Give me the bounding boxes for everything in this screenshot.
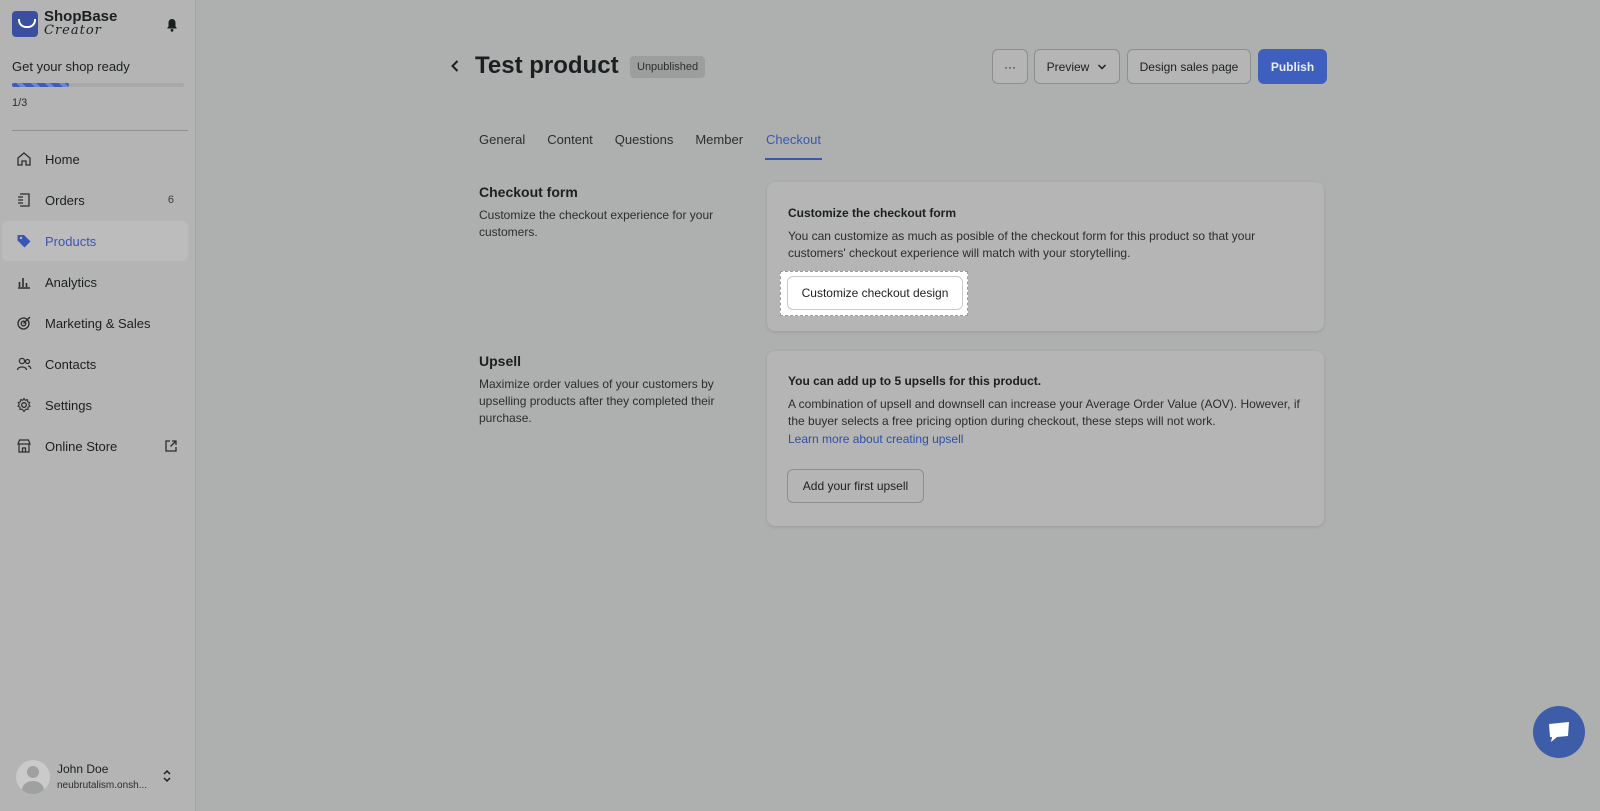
learn-more-upsell-link[interactable]: Learn more about creating upsell [788, 432, 963, 446]
sidebar-item-label: Settings [45, 397, 92, 413]
sidebar-nav: Home Orders 6 Products Analytics Marketi… [0, 138, 196, 467]
checkout-card-title: Customize the checkout form [788, 206, 957, 220]
sidebar-item-online-store[interactable]: Online Store [2, 426, 188, 466]
status-badge: Unpublished [630, 56, 706, 78]
chat-icon [1549, 722, 1569, 742]
avatar [16, 760, 50, 794]
user-store: neubrutalism.onsh... [57, 780, 148, 791]
more-actions-button[interactable]: ··· [992, 49, 1028, 84]
contacts-icon [16, 357, 32, 371]
product-tabs: General Content Questions Member Checkou… [479, 130, 844, 160]
external-link-icon[interactable] [164, 439, 178, 453]
tab-general[interactable]: General [479, 130, 525, 160]
tab-member[interactable]: Member [695, 130, 743, 160]
chevron-up-down-icon[interactable] [162, 768, 172, 784]
tab-content[interactable]: Content [547, 130, 593, 160]
upsell-card: You can add up to 5 upsells for this pro… [767, 351, 1324, 526]
preview-button[interactable]: Preview [1034, 49, 1120, 84]
bar-chart-icon [18, 278, 30, 289]
publish-button[interactable]: Publish [1258, 49, 1327, 84]
upsell-section-desc: Maximize order values of your customers … [479, 377, 715, 425]
chevron-down-icon [1098, 63, 1107, 70]
tab-checkout[interactable]: Checkout [765, 130, 822, 160]
checkout-section-title: Checkout form [479, 184, 578, 200]
upsell-card-title: You can add up to 5 upsells for this pro… [788, 374, 1042, 388]
user-menu[interactable]: John Doe neubrutalism.onsh... [14, 760, 190, 796]
sidebar-item-label: Marketing & Sales [45, 315, 151, 331]
logo[interactable]: ShopBase Creator [12, 8, 118, 38]
store-icon [17, 439, 31, 453]
setup-progress-bar [12, 83, 184, 87]
tab-questions[interactable]: Questions [615, 130, 674, 160]
upsell-card-text: A combination of upsell and downsell can… [788, 397, 1300, 428]
upsell-button-label: Add your first upsell [802, 479, 909, 493]
setup-progress-count: 1/3 [12, 97, 28, 109]
checkout-section-desc: Customize the checkout experience for yo… [479, 208, 714, 239]
sidebar: ShopBase Creator Get your shop ready 1/3… [0, 0, 196, 811]
customize-label: Customize checkout design [801, 286, 949, 300]
sidebar-item-orders[interactable]: Orders 6 [2, 180, 188, 220]
gear-icon [17, 397, 31, 413]
sidebar-item-label: Orders [45, 192, 85, 208]
design-sales-page-button[interactable]: Design sales page [1127, 49, 1251, 84]
page-title: Test product [475, 52, 619, 79]
add-first-upsell-button[interactable]: Add your first upsell [787, 469, 924, 503]
setup-title[interactable]: Get your shop ready [12, 59, 130, 74]
sidebar-item-label: Home [45, 151, 80, 167]
sidebar-item-marketing[interactable]: Marketing & Sales [2, 303, 188, 343]
tag-icon [17, 235, 31, 248]
checkout-card-text: You can customize as much as posible of … [788, 229, 1256, 260]
sidebar-item-label: Contacts [45, 356, 97, 372]
bell-icon[interactable] [166, 18, 178, 32]
sidebar-item-settings[interactable]: Settings [2, 385, 188, 425]
sidebar-item-products[interactable]: Products [2, 221, 188, 261]
logo-subtext: Creator [44, 23, 102, 38]
setup-progress-fill [12, 83, 70, 87]
home-icon [17, 152, 31, 166]
preview-label: Preview [1046, 59, 1090, 74]
more-label: ··· [1004, 59, 1016, 74]
back-arrow-icon[interactable] [449, 59, 461, 73]
sidebar-item-analytics[interactable]: Analytics [2, 262, 188, 302]
checkout-card: Customize the checkout form You can cust… [767, 182, 1324, 331]
shopping-bag-icon [12, 11, 38, 37]
customize-checkout-design-button[interactable]: Customize checkout design [787, 276, 963, 310]
orders-icon [18, 193, 30, 207]
sidebar-item-label: Analytics [45, 274, 98, 290]
sidebar-item-contacts[interactable]: Contacts [2, 344, 188, 384]
sidebar-divider [12, 130, 188, 131]
chat-button[interactable] [1533, 706, 1585, 758]
logo-text: ShopBase [44, 8, 118, 25]
upsell-section-title: Upsell [479, 353, 522, 369]
sidebar-item-label: Products [45, 233, 97, 249]
target-icon [17, 316, 31, 330]
sidebar-item-home[interactable]: Home [2, 139, 188, 179]
user-name: John Doe [57, 762, 109, 776]
orders-count-badge: 6 [167, 194, 174, 206]
publish-label: Publish [1270, 59, 1315, 74]
design-label: Design sales page [1139, 59, 1239, 74]
sidebar-item-label: Online Store [45, 438, 118, 454]
